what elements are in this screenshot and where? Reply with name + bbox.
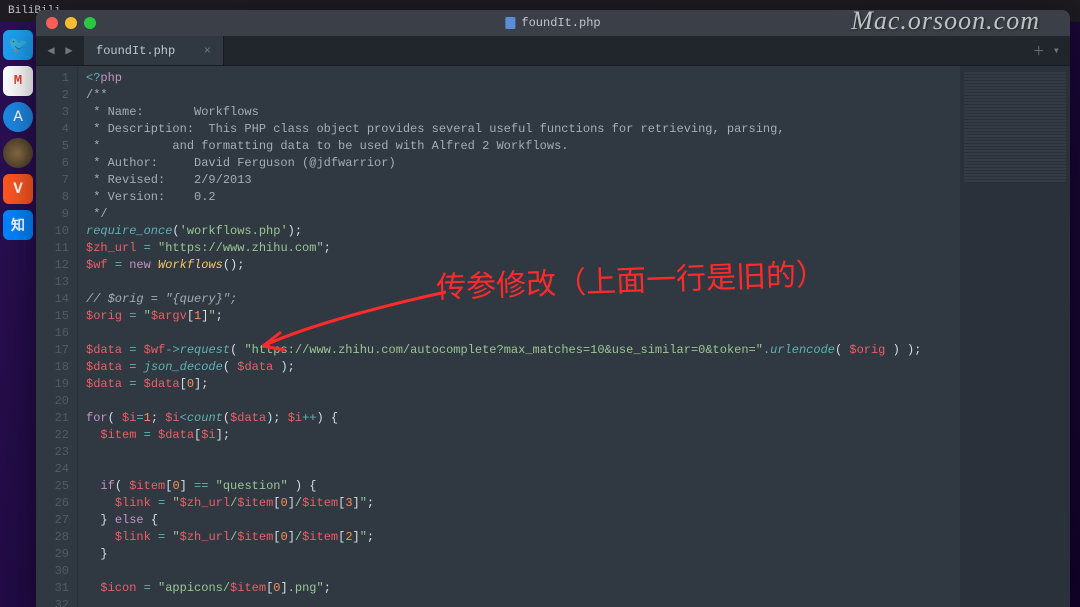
code-line[interactable]: /** [86, 87, 960, 104]
line-number: 31 [40, 580, 69, 597]
line-number: 2 [40, 87, 69, 104]
tab-menu-icon[interactable]: ▾ [1053, 43, 1060, 58]
code-line[interactable] [86, 597, 960, 607]
line-number: 14 [40, 291, 69, 308]
code-line[interactable]: $link = "$zh_url/$item[0]/$item[2]"; [86, 529, 960, 546]
code-line[interactable]: * Name: Workflows [86, 104, 960, 121]
line-number-gutter: 1234567891011121314151617181920212223242… [36, 66, 78, 607]
code-line[interactable] [86, 274, 960, 291]
tab-label: foundIt.php [96, 44, 175, 58]
code-line[interactable]: } else { [86, 512, 960, 529]
code-line[interactable]: } [86, 546, 960, 563]
code-line[interactable]: $wf = new Workflows(); [86, 257, 960, 274]
code-line[interactable]: for( $i=1; $i<count($data); $i++) { [86, 410, 960, 427]
dock-twitter-icon[interactable]: 🐦 [3, 30, 33, 60]
line-number: 28 [40, 529, 69, 546]
code-line[interactable] [86, 325, 960, 342]
code-line[interactable]: <?php [86, 70, 960, 87]
watermark-text: Mac.orsoon.com [851, 6, 1040, 36]
window-title: foundIt.php [505, 16, 600, 30]
dock-appstore-icon[interactable]: A [3, 102, 33, 132]
editor-body: 1234567891011121314151617181920212223242… [36, 66, 1070, 607]
code-line[interactable] [86, 444, 960, 461]
code-line[interactable]: * Revised: 2/9/2013 [86, 172, 960, 189]
line-number: 8 [40, 189, 69, 206]
line-number: 18 [40, 359, 69, 376]
code-line[interactable]: * Version: 0.2 [86, 189, 960, 206]
minimize-button[interactable] [65, 17, 77, 29]
line-number: 5 [40, 138, 69, 155]
dock: 🐦 M A V 知 [0, 22, 36, 607]
line-number: 20 [40, 393, 69, 410]
line-number: 16 [40, 325, 69, 342]
tab-nav-arrows: ◀ ▶ [36, 36, 84, 65]
line-number: 22 [40, 427, 69, 444]
new-tab-icon[interactable]: ＋ [1033, 42, 1045, 59]
dock-gmail-icon[interactable]: M [3, 66, 33, 96]
code-line[interactable]: $data = $data[0]; [86, 376, 960, 393]
nav-back-icon[interactable]: ◀ [44, 43, 58, 58]
code-line[interactable]: // $orig = "{query}"; [86, 291, 960, 308]
line-number: 19 [40, 376, 69, 393]
line-number: 7 [40, 172, 69, 189]
code-line[interactable]: if( $item[0] == "question" ) { [86, 478, 960, 495]
line-number: 9 [40, 206, 69, 223]
code-area[interactable]: <?php/** * Name: Workflows * Description… [78, 66, 960, 607]
code-line[interactable]: $data = $wf->request( "https://www.zhihu… [86, 342, 960, 359]
dock-zhihu-icon[interactable]: 知 [3, 210, 33, 240]
code-line[interactable]: * Description: This PHP class object pro… [86, 121, 960, 138]
code-line[interactable]: require_once('workflows.php'); [86, 223, 960, 240]
minimap-content [964, 72, 1066, 182]
code-line[interactable]: $data = json_decode( $data ); [86, 359, 960, 376]
editor-window: foundIt.php ◀ ▶ foundIt.php × ＋ ▾ 123456… [36, 10, 1070, 607]
code-line[interactable]: */ [86, 206, 960, 223]
line-number: 15 [40, 308, 69, 325]
minimap[interactable] [960, 66, 1070, 607]
code-line[interactable] [86, 461, 960, 478]
nav-forward-icon[interactable]: ▶ [62, 43, 76, 58]
file-icon [505, 17, 515, 29]
close-button[interactable] [46, 17, 58, 29]
code-line[interactable]: * Author: David Ferguson (@jdfwarrior) [86, 155, 960, 172]
line-number: 3 [40, 104, 69, 121]
line-number: 17 [40, 342, 69, 359]
line-number: 1 [40, 70, 69, 87]
line-number: 25 [40, 478, 69, 495]
line-number: 26 [40, 495, 69, 512]
tab-bar: ◀ ▶ foundIt.php × ＋ ▾ [36, 36, 1070, 66]
code-line[interactable]: $orig = "$argv[1]"; [86, 308, 960, 325]
code-line[interactable]: $link = "$zh_url/$item[0]/$item[3]"; [86, 495, 960, 512]
code-line[interactable]: $icon = "appicons/$item[0].png"; [86, 580, 960, 597]
window-title-text: foundIt.php [521, 16, 600, 30]
line-number: 32 [40, 597, 69, 607]
code-line[interactable] [86, 563, 960, 580]
line-number: 13 [40, 274, 69, 291]
traffic-lights [46, 17, 96, 29]
dock-v-icon[interactable]: V [3, 174, 33, 204]
line-number: 23 [40, 444, 69, 461]
line-number: 21 [40, 410, 69, 427]
tab-close-icon[interactable]: × [204, 44, 211, 58]
zoom-button[interactable] [84, 17, 96, 29]
line-number: 29 [40, 546, 69, 563]
tab-foundit[interactable]: foundIt.php × [84, 36, 224, 65]
line-number: 6 [40, 155, 69, 172]
line-number: 11 [40, 240, 69, 257]
line-number: 4 [40, 121, 69, 138]
code-line[interactable]: $item = $data[$i]; [86, 427, 960, 444]
code-line[interactable] [86, 393, 960, 410]
code-line[interactable]: * and formatting data to be used with Al… [86, 138, 960, 155]
code-line[interactable]: $zh_url = "https://www.zhihu.com"; [86, 240, 960, 257]
line-number: 30 [40, 563, 69, 580]
dock-photo-icon[interactable] [3, 138, 33, 168]
line-number: 24 [40, 461, 69, 478]
line-number: 27 [40, 512, 69, 529]
line-number: 12 [40, 257, 69, 274]
line-number: 10 [40, 223, 69, 240]
